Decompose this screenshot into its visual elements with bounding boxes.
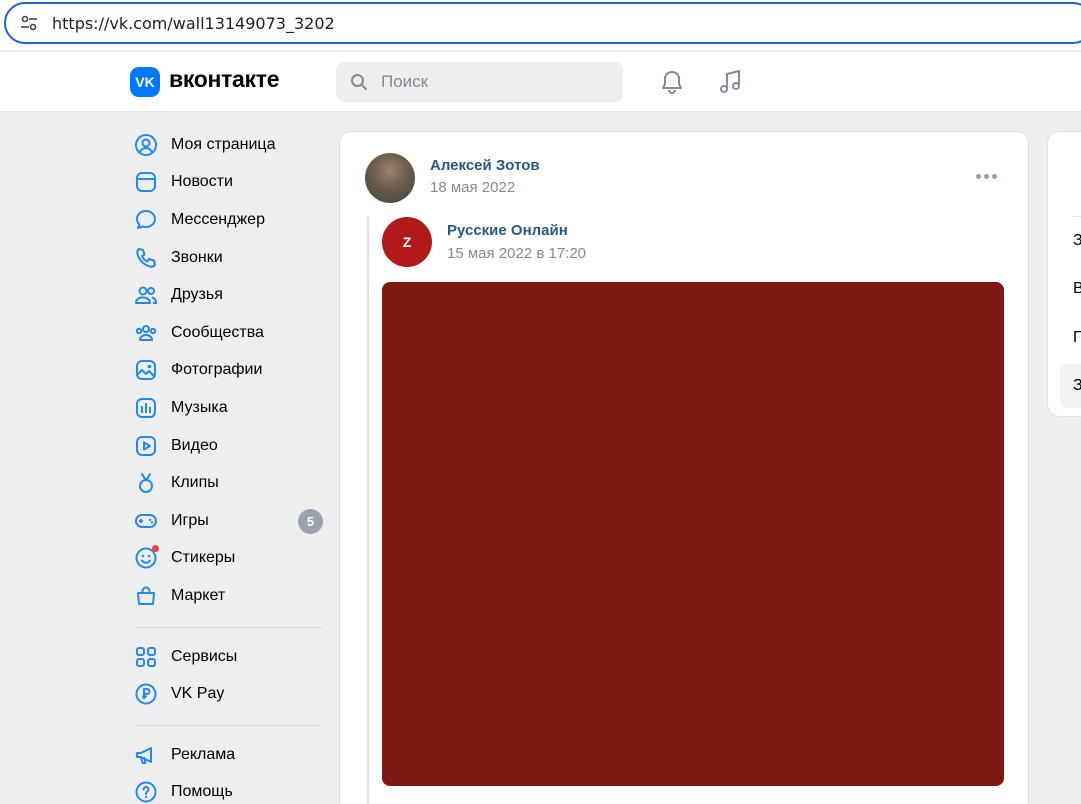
site-settings-icon[interactable] [20,15,38,31]
sidebar-item-market[interactable]: Маркет [130,577,330,615]
sidebar-item-clips[interactable]: Клипы [130,464,330,502]
sidebar-item-label: Видео [171,436,218,454]
vk-logo-text[interactable]: вконтакте [169,66,280,93]
sidebar-item-friends[interactable]: Друзья [130,276,330,314]
sidebar-item-news[interactable]: Новости [130,164,330,202]
sidebar-item-label: Клипы [171,474,219,492]
sidebar-item-help[interactable]: Помощь [130,774,330,804]
address-field[interactable]: https://vk.com/wall13149073_3202 [4,2,1081,44]
communities-icon [135,324,157,341]
search-placeholder: Поиск [381,72,429,91]
sidebar-item-label: Сервисы [171,647,238,665]
sidebar-item-my-page[interactable]: Моя страница [130,126,330,164]
source-name[interactable]: Русские Онлайн [447,222,568,239]
author-name[interactable]: Алексей Зотов [430,157,540,174]
sidebar-item-label: Мессенджер [171,210,265,228]
phone-icon [136,247,156,268]
sidebar-item-calls[interactable]: Звонки [130,239,330,277]
sidebar-item-label: Музыка [171,398,228,416]
sidebar-item-services[interactable]: Сервисы [130,638,330,676]
music-icon [136,397,156,418]
news-icon [136,172,156,193]
left-sidebar: Моя страница Новости Мессенджер Звонки Д… [130,126,330,804]
profile-icon [135,133,157,156]
sidebar-item-label: Друзья [171,286,223,304]
services-icon [136,646,156,667]
messenger-icon [136,209,156,229]
search-input[interactable]: Поиск [336,62,623,102]
sidebar-item-ads[interactable]: Реклама [130,736,330,774]
video-icon [136,435,156,456]
right-card-item[interactable]: З [1073,377,1081,395]
market-icon [137,586,155,605]
repost-divider [367,216,369,804]
browser-url-bar: https://vk.com/wall13149073_3202 [0,0,1081,50]
sidebar-item-label: Сообщества [171,323,264,341]
sidebar-item-music[interactable]: Музыка [130,389,330,427]
url-text[interactable]: https://vk.com/wall13149073_3202 [52,14,335,33]
sidebar-item-label: Игры [171,511,209,529]
sidebar-item-label: Стикеры [171,549,236,567]
author-avatar[interactable] [365,153,415,203]
source-avatar[interactable]: Z [382,217,432,267]
clips-icon [139,473,153,494]
sidebar-item-label: Фотографии [171,361,263,379]
games-icon [135,513,157,528]
help-icon [135,781,157,803]
sidebar-item-games[interactable]: Игры 5 [130,502,330,540]
friends-icon [135,286,158,305]
source-date[interactable]: 15 мая 2022 в 17:20 [447,245,586,262]
games-count-badge: 5 [298,508,323,534]
sidebar-item-label: Помощь [171,783,233,801]
vk-logo-icon[interactable]: VK [130,67,160,97]
sidebar-item-label: Новости [171,173,233,191]
sidebar-divider [136,626,322,628]
sidebar-item-photos[interactable]: Фотографии [130,352,330,390]
post-date[interactable]: 18 мая 2022 [430,179,515,196]
more-options-icon[interactable] [976,174,1000,182]
right-side-card: З В П З [1047,131,1081,417]
bell-icon[interactable] [659,69,685,95]
wall-post: Алексей Зотов 18 мая 2022 Z Русские Онла… [339,131,1029,804]
new-indicator-dot [152,544,159,552]
sidebar-item-vk-pay[interactable]: VK Pay [130,675,330,713]
vkpay-icon [135,683,157,705]
sidebar-item-label: Маркет [171,586,226,604]
sidebar-item-label: Реклама [171,745,236,763]
sidebar-item-video[interactable]: Видео [130,427,330,465]
vk-header: VK вконтакте Поиск [0,52,1081,112]
photos-icon [136,360,156,381]
post-media-placeholder[interactable] [382,282,1004,786]
sidebar-item-messenger[interactable]: Мессенджер [130,201,330,239]
ads-icon [136,746,152,764]
sidebar-item-label: Звонки [171,248,223,266]
right-card-item[interactable]: П [1073,329,1081,347]
search-icon [351,74,367,90]
music-icon[interactable] [717,68,745,96]
sidebar-divider [136,724,322,726]
right-card-item[interactable]: З [1073,232,1081,250]
sidebar-item-stickers[interactable]: Стикеры [130,540,330,578]
sidebar-item-communities[interactable]: Сообщества [130,314,330,352]
right-card-item[interactable]: В [1073,280,1081,298]
sidebar-item-label: Моя страница [171,135,276,153]
right-card-divider [1072,216,1081,217]
sidebar-item-label: VK Pay [171,685,225,703]
